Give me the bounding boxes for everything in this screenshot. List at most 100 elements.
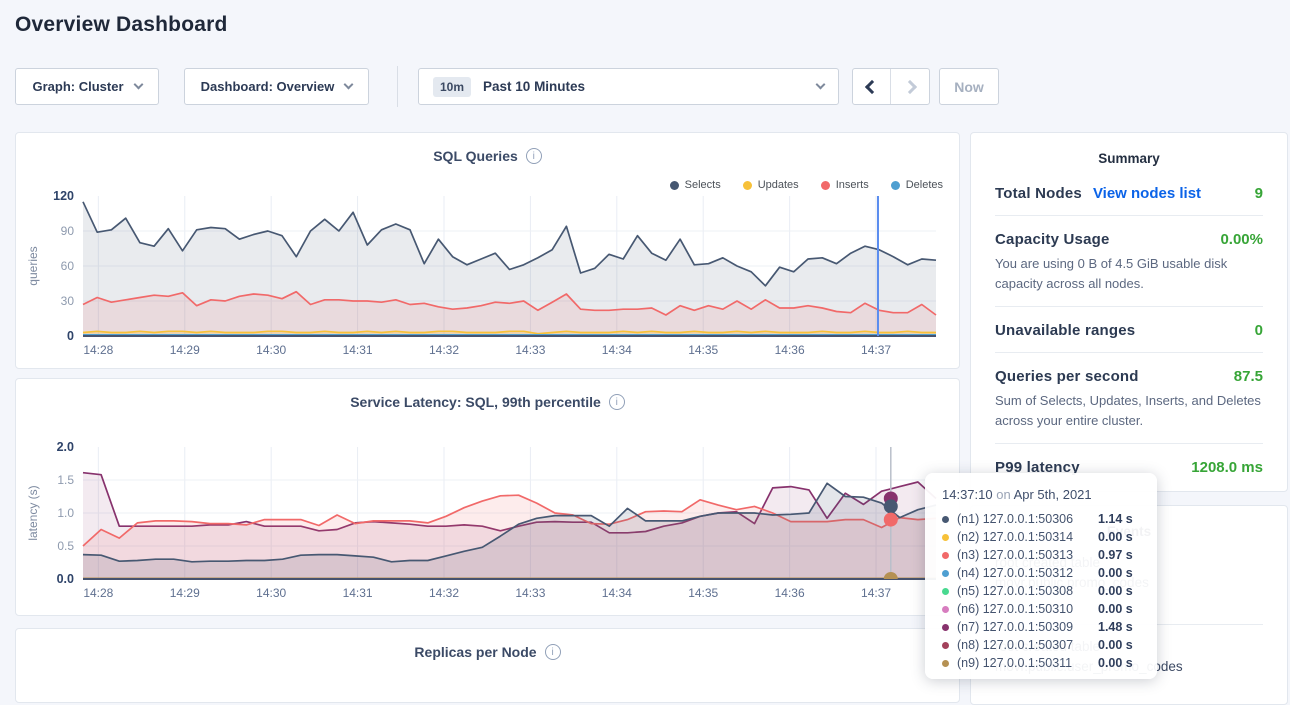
chevron-down-icon (816, 80, 826, 90)
series-dot (942, 534, 949, 541)
summary-row-unavailable-ranges: Unavailable ranges 0 (995, 307, 1263, 353)
svg-text:14:36: 14:36 (775, 343, 805, 357)
graph-dropdown-label: Graph: Cluster (32, 79, 123, 94)
summary-row-capacity: Capacity Usage 0.00% You are using 0 B o… (995, 216, 1263, 307)
tooltip-node-label: (n4) 127.0.0.1:50312 (957, 566, 1090, 580)
total-nodes-label: Total Nodes (995, 185, 1082, 202)
tooltip-node-value: 0.00 s (1098, 566, 1133, 580)
chart-tooltip: 14:37:10 on Apr 5th, 2021 (n1) 127.0.0.1… (925, 473, 1157, 679)
tooltip-node-label: (n7) 127.0.0.1:50309 (957, 620, 1090, 634)
chevron-right-icon (903, 79, 917, 93)
summary-row-total-nodes: Total Nodes View nodes list 9 (995, 170, 1263, 216)
svg-text:30: 30 (61, 294, 75, 308)
tooltip-node-value: 1.14 s (1098, 512, 1133, 526)
tooltip-row: (n7) 127.0.0.1:50309 1.48 s (942, 618, 1157, 636)
svg-text:14:35: 14:35 (688, 586, 718, 600)
page-title: Overview Dashboard (15, 13, 228, 37)
qps-label: Queries per second (995, 368, 1139, 385)
svg-text:14:31: 14:31 (343, 343, 373, 357)
view-nodes-list-link[interactable]: View nodes list (1093, 185, 1201, 202)
svg-text:14:35: 14:35 (688, 343, 718, 357)
summary-card: Summary Total Nodes View nodes list 9 Ca… (970, 132, 1288, 492)
svg-text:120: 120 (53, 189, 74, 203)
capacity-value: 0.00% (1220, 231, 1263, 248)
svg-text:14:37: 14:37 (861, 343, 891, 357)
svg-text:14:30: 14:30 (256, 343, 286, 357)
tooltip-rows: (n1) 127.0.0.1:50306 1.14 s (n2) 127.0.0.1… (942, 510, 1157, 672)
svg-text:0: 0 (67, 329, 74, 343)
tooltip-row: (n3) 127.0.0.1:50313 0.97 s (942, 546, 1157, 564)
svg-text:14:29: 14:29 (170, 586, 200, 600)
svg-text:14:32: 14:32 (429, 343, 459, 357)
svg-text:1.5: 1.5 (57, 473, 74, 487)
series-dot (942, 642, 949, 649)
series-dot (942, 552, 949, 559)
next-time-window-button[interactable] (891, 69, 929, 104)
now-button-label: Now (954, 79, 984, 95)
series-dot (942, 570, 949, 577)
sql-queries-panel: SQL Queries i SelectsUpdatesInsertsDelet… (15, 132, 960, 369)
svg-text:60: 60 (61, 259, 75, 273)
tooltip-row: (n8) 127.0.0.1:50307 0.00 s (942, 636, 1157, 654)
tooltip-node-label: (n3) 127.0.0.1:50313 (957, 548, 1090, 562)
info-icon[interactable]: i (545, 644, 561, 660)
series-dot (942, 516, 949, 523)
svg-text:14:28: 14:28 (83, 586, 113, 600)
svg-text:14:32: 14:32 (429, 586, 459, 600)
svg-text:14:33: 14:33 (515, 343, 545, 357)
summary-row-qps: Queries per second 87.5 Sum of Selects, … (995, 353, 1263, 444)
tooltip-node-value: 0.00 s (1098, 638, 1133, 652)
svg-text:14:31: 14:31 (343, 586, 373, 600)
qps-description: Sum of Selects, Updates, Inserts, and De… (995, 391, 1263, 430)
tooltip-node-label: (n5) 127.0.0.1:50308 (957, 584, 1090, 598)
tooltip-time: 14:37:10 (942, 487, 993, 502)
chevron-left-icon (864, 79, 878, 93)
service-latency-panel: Service Latency: SQL, 99th percentile i … (15, 378, 960, 616)
tooltip-row: (n6) 127.0.0.1:503100.00 s (942, 600, 1157, 618)
tooltip-node-value: 1.48 s (1098, 620, 1133, 634)
svg-text:latency (s): latency (s) (26, 485, 40, 540)
tooltip-node-label: (n8) 127.0.0.1:50307 (957, 638, 1090, 652)
svg-text:14:30: 14:30 (256, 586, 286, 600)
now-button[interactable]: Now (939, 68, 999, 105)
sql-queries-chart-canvas[interactable]: 030609012014:2814:2914:3014:3114:3214:33… (16, 133, 961, 370)
svg-text:14:36: 14:36 (775, 586, 805, 600)
svg-text:0.5: 0.5 (57, 539, 74, 553)
time-range-dropdown-button[interactable]: 10m Past 10 Minutes (418, 68, 839, 105)
tooltip-sep: on (993, 487, 1014, 502)
tooltip-timestamp: 14:37:10 on Apr 5th, 2021 (942, 487, 1157, 502)
svg-text:14:34: 14:34 (602, 343, 632, 357)
svg-text:queries: queries (26, 246, 40, 285)
tooltip-row: (n9) 127.0.0.1:503110.00 s (942, 654, 1157, 672)
capacity-label: Capacity Usage (995, 231, 1110, 248)
time-range-label: Past 10 Minutes (483, 79, 805, 94)
svg-text:14:34: 14:34 (602, 586, 632, 600)
replicas-per-node-title: Replicas per Node i (16, 629, 959, 660)
dashboard-dropdown-label: Dashboard: Overview (201, 79, 335, 94)
svg-text:14:37: 14:37 (861, 586, 891, 600)
series-dot (942, 588, 949, 595)
svg-text:1.0: 1.0 (57, 506, 74, 520)
chart-title-text: Replicas per Node (414, 644, 536, 660)
tooltip-node-value: 0.97 s (1098, 548, 1133, 562)
graph-dropdown-button[interactable]: Graph: Cluster (15, 68, 159, 105)
prev-time-window-button[interactable] (853, 69, 891, 104)
unavailable-ranges-value: 0 (1255, 322, 1263, 339)
tooltip-node-label: (n2) 127.0.0.1:50314 (957, 530, 1090, 544)
svg-text:0.0: 0.0 (57, 572, 74, 586)
tooltip-node-label: (n1) 127.0.0.1:50306 (957, 512, 1090, 526)
svg-text:14:33: 14:33 (515, 586, 545, 600)
tooltip-node-value: 0.00 s (1098, 530, 1133, 544)
tooltip-row: (n5) 127.0.0.1:503080.00 s (942, 582, 1157, 600)
time-range-badge: 10m (433, 77, 471, 97)
service-latency-chart-canvas[interactable]: 0.0 0.5 1.0 1.5 2.0 14:28 14:29 14:30 14:31 14:32… (16, 379, 961, 617)
dashboard-dropdown-button[interactable]: Dashboard: Overview (184, 68, 369, 105)
unavailable-ranges-label: Unavailable ranges (995, 322, 1135, 339)
svg-text:2.0: 2.0 (57, 440, 74, 454)
series-dot (942, 624, 949, 631)
time-window-arrows (852, 68, 930, 105)
svg-text:90: 90 (61, 224, 75, 238)
tooltip-row: (n4) 127.0.0.1:50312 0.00 s (942, 564, 1157, 582)
summary-title: Summary (971, 133, 1287, 170)
tooltip-node-label: (n9) 127.0.0.1:50311 (957, 656, 1090, 670)
